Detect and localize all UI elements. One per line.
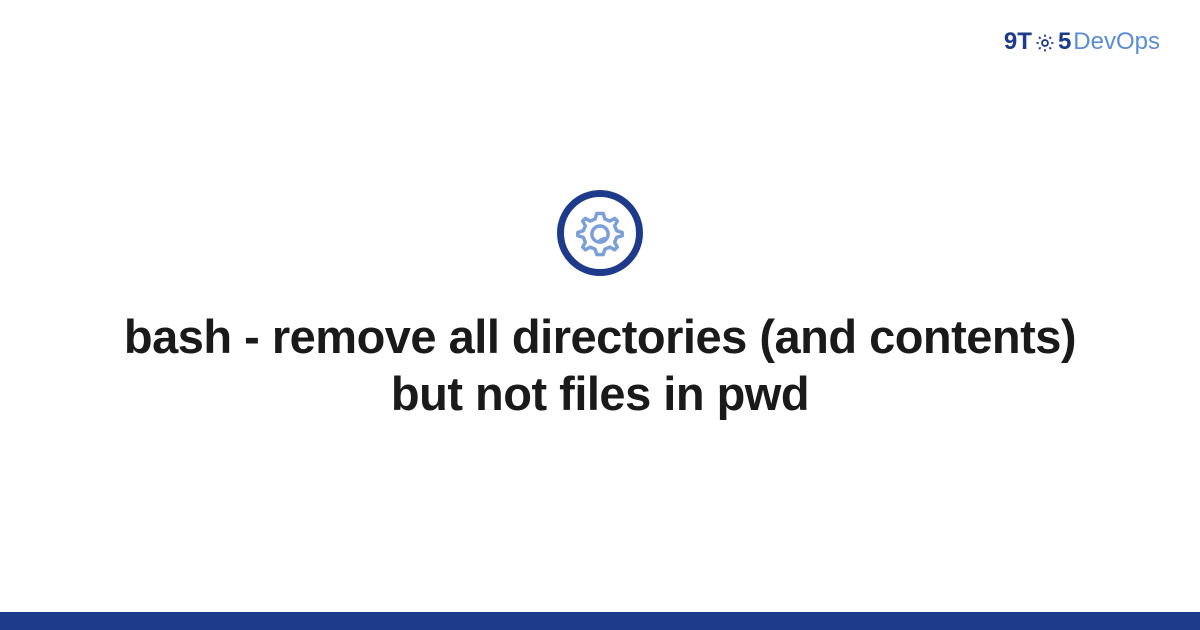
page-title: bash - remove all directories (and conte… [90,308,1110,423]
gear-icon [574,207,626,259]
gear-icon-circle [557,190,643,276]
footer-bar [0,612,1200,630]
main-content: bash - remove all directories (and conte… [0,0,1200,612]
